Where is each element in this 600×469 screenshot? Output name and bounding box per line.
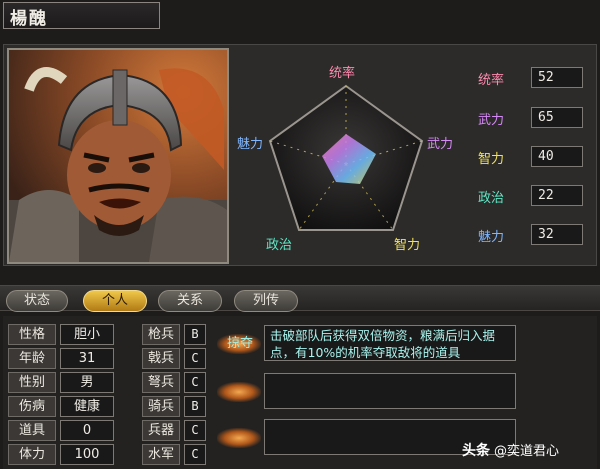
- stat-label-politics: 政治: [478, 191, 505, 206]
- stat-value-leadership: 52: [531, 67, 583, 88]
- stat-value-intelligence: 40: [531, 146, 583, 167]
- attr-value-age: 31: [60, 348, 114, 369]
- radar-label-charm: 魅力: [237, 137, 264, 152]
- tab-status[interactable]: 状态: [6, 290, 68, 312]
- skill-description-2: [264, 373, 516, 409]
- tab-biography[interactable]: 列传: [234, 290, 298, 312]
- attr-label-personality: 性格: [8, 324, 56, 345]
- tab-relations[interactable]: 关系: [158, 290, 222, 312]
- attr-label-gender: 性别: [8, 372, 56, 393]
- skill-slot-3[interactable]: [217, 428, 261, 448]
- troop-grade-crossbow: C: [184, 372, 206, 393]
- troop-grade-halberd: C: [184, 348, 206, 369]
- attr-value-stamina: 100: [60, 444, 114, 465]
- tab-personal[interactable]: 个人: [83, 290, 147, 312]
- stat-label-war: 武力: [478, 113, 505, 128]
- troop-grade-cavalry: B: [184, 396, 206, 417]
- troop-label-siege: 兵器: [142, 420, 180, 441]
- troop-label-cavalry: 骑兵: [142, 396, 180, 417]
- troop-label-halberd: 戟兵: [142, 348, 180, 369]
- stat-value-charm: 32: [531, 224, 583, 245]
- attr-value-item: 0: [60, 420, 114, 441]
- stat-label-leadership: 统率: [478, 73, 505, 88]
- radar-label-intelligence: 智力: [394, 238, 421, 253]
- attr-label-injury: 伤病: [8, 396, 56, 417]
- stat-value-politics: 22: [531, 185, 583, 206]
- troop-label-spear: 枪兵: [142, 324, 180, 345]
- skill-description-1: 击破部队后获得双倍物资，粮满后归入据点，有10%的机率夺取敌将的道具: [264, 325, 516, 361]
- troop-grade-navy: C: [184, 444, 206, 465]
- general-name: 楊醜: [10, 9, 48, 29]
- stat-value-war: 65: [531, 107, 583, 128]
- radar-label-politics: 政治: [266, 238, 293, 253]
- troop-label-crossbow: 弩兵: [142, 372, 180, 393]
- troop-grade-siege: C: [184, 420, 206, 441]
- attr-value-injury: 健康: [60, 396, 114, 417]
- watermark: 头条 @奕道君心: [462, 443, 560, 459]
- troop-label-navy: 水军: [142, 444, 180, 465]
- attr-label-stamina: 体力: [8, 444, 56, 465]
- general-portrait: [7, 48, 229, 264]
- skill-name-1: 掠夺: [226, 336, 253, 351]
- attr-label-item: 道具: [8, 420, 56, 441]
- attr-value-personality: 胆小: [60, 324, 114, 345]
- attr-label-age: 年龄: [8, 348, 56, 369]
- troop-grade-spear: B: [184, 324, 206, 345]
- attr-value-gender: 男: [60, 372, 114, 393]
- stats-radar-chart: 统率 武力 智力 政治 魅力: [234, 48, 460, 264]
- stat-label-intelligence: 智力: [478, 152, 505, 167]
- radar-label-war: 武力: [427, 137, 454, 152]
- stat-label-charm: 魅力: [478, 230, 505, 245]
- radar-label-leadership: 统率: [329, 66, 356, 81]
- skill-slot-2[interactable]: [217, 382, 261, 402]
